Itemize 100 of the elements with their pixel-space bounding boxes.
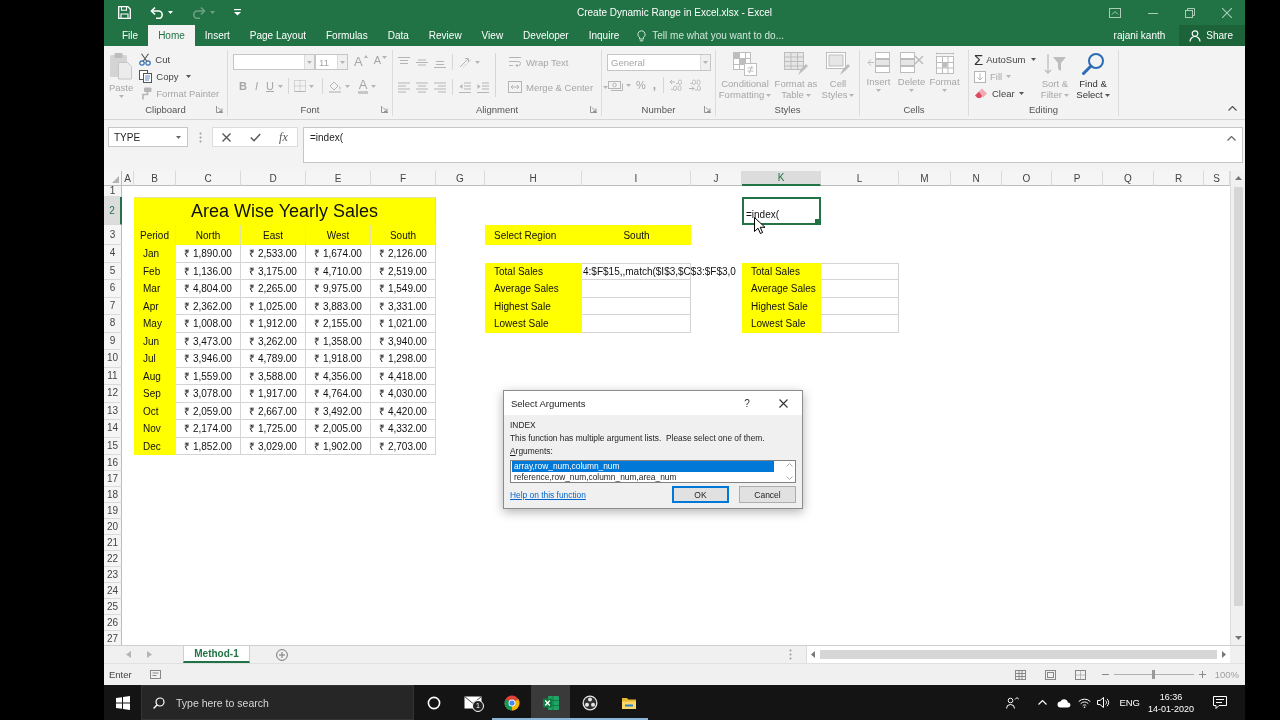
page-break-preview-icon[interactable]: [1074, 669, 1086, 680]
row-header[interactable]: 22: [104, 551, 122, 567]
help-link[interactable]: Help on this function: [510, 489, 662, 500]
row-header[interactable]: 14: [104, 420, 122, 438]
column-header[interactable]: J: [691, 171, 742, 186]
find-select-button[interactable]: Find & Select: [1073, 50, 1113, 102]
dialog-button[interactable]: OK: [672, 486, 729, 503]
add-sheet-icon[interactable]: [276, 648, 288, 661]
scroll-left-icon[interactable]: [811, 651, 815, 658]
ribbon-tab[interactable]: Page Layout: [239, 25, 316, 46]
row-header[interactable]: 21: [104, 535, 122, 551]
scroll-down-icon[interactable]: [1234, 636, 1242, 640]
row-header[interactable]: 8: [104, 315, 122, 333]
row-header[interactable]: 27: [104, 631, 122, 645]
row-header[interactable]: 26: [104, 615, 122, 631]
cut-button[interactable]: Cut: [139, 51, 220, 68]
horizontal-scrollbar[interactable]: [806, 646, 1230, 663]
sheet-tab[interactable]: Method-1: [183, 646, 250, 663]
share-button[interactable]: Share: [1179, 25, 1245, 46]
clear-button[interactable]: Clear: [974, 85, 1037, 102]
row-header[interactable]: 3: [104, 225, 122, 245]
ribbon-tab[interactable]: Home: [148, 25, 195, 46]
cancel-icon[interactable]: [222, 132, 232, 142]
dialog-launcher-icon[interactable]: [381, 106, 388, 113]
row-header[interactable]: 1: [104, 186, 122, 197]
column-header[interactable]: M: [899, 171, 951, 186]
notification-icon[interactable]: [1213, 696, 1227, 709]
argument-option[interactable]: array,row_num,column_num: [512, 461, 774, 472]
column-header[interactable]: O: [1002, 171, 1052, 186]
autosum-button[interactable]: Σ AutoSum: [974, 51, 1037, 68]
row-header[interactable]: 19: [104, 503, 122, 519]
copy-button[interactable]: Copy: [139, 68, 220, 85]
column-header[interactable]: H: [485, 171, 582, 186]
ribbon-tab[interactable]: Insert: [194, 25, 240, 46]
ribbon-display-options-icon[interactable]: [1109, 7, 1121, 18]
tell-me-field[interactable]: Tell me what you want to do...: [637, 25, 784, 46]
column-header[interactable]: R: [1154, 171, 1204, 186]
restore-icon[interactable]: [1185, 7, 1195, 18]
ribbon-tab[interactable]: File: [112, 25, 149, 46]
ribbon-tab[interactable]: Formulas: [316, 25, 378, 46]
people-icon[interactable]: [1006, 696, 1020, 709]
row-header[interactable]: 16: [104, 455, 122, 471]
undo-icon[interactable]: [150, 6, 164, 19]
chevron-up-icon[interactable]: [1038, 700, 1048, 705]
ribbon-tab[interactable]: View: [471, 25, 514, 46]
zoom-in-icon[interactable]: [1198, 671, 1206, 678]
column-header[interactable]: B: [134, 171, 176, 186]
clock-date[interactable]: 14-01-2020: [1147, 702, 1194, 715]
column-header[interactable]: C: [176, 171, 241, 186]
save-icon[interactable]: [118, 6, 131, 19]
scroll-up-icon[interactable]: [1234, 176, 1242, 180]
splitter-icon[interactable]: [789, 649, 792, 660]
dialog-launcher-icon[interactable]: [590, 106, 597, 113]
row-header[interactable]: 23: [104, 567, 122, 583]
fill-handle-icon[interactable]: [815, 219, 820, 224]
scrollbar-thumb[interactable]: [820, 650, 1217, 659]
collapse-formula-bar-icon[interactable]: [1227, 136, 1236, 141]
column-header[interactable]: F: [371, 171, 436, 186]
cloud-icon[interactable]: [1057, 697, 1072, 708]
row-header[interactable]: 10: [104, 350, 122, 368]
splitter-icon[interactable]: [199, 132, 202, 143]
scroll-up-icon[interactable]: [785, 463, 793, 467]
speaker-icon[interactable]: [1097, 697, 1111, 708]
customize-toolbar-icon[interactable]: [234, 9, 241, 16]
page-layout-view-icon[interactable]: [1044, 669, 1056, 680]
dialog-launcher-icon[interactable]: [704, 106, 711, 113]
column-header[interactable]: E: [306, 171, 371, 186]
scrollbar-thumb[interactable]: [1233, 187, 1243, 606]
scroll-down-icon[interactable]: [785, 476, 793, 480]
argument-option[interactable]: reference,row_num,column_num,area_num: [512, 471, 774, 482]
close-icon[interactable]: [1222, 7, 1232, 18]
column-header[interactable]: A: [122, 171, 134, 186]
column-header[interactable]: N: [951, 171, 1002, 186]
language-indicator[interactable]: ENG: [1119, 697, 1140, 708]
ribbon-tab[interactable]: Inquire: [578, 25, 630, 46]
row-header[interactable]: 12: [104, 385, 122, 403]
name-box[interactable]: TYPE: [108, 127, 188, 147]
row-header[interactable]: 2: [104, 197, 122, 225]
dialog-button[interactable]: Cancel: [739, 486, 796, 503]
select-all-button[interactable]: [104, 171, 122, 186]
collapse-ribbon-icon[interactable]: [1228, 106, 1237, 111]
help-button[interactable]: ?: [730, 391, 764, 415]
ribbon-tab[interactable]: Data: [377, 25, 419, 46]
ribbon-tab[interactable]: Developer: [513, 25, 579, 46]
row-header[interactable]: 4: [104, 245, 122, 263]
checkmark-icon[interactable]: [249, 132, 261, 142]
row-header[interactable]: 6: [104, 280, 122, 298]
previous-sheet-icon[interactable]: [126, 651, 131, 658]
insert-function-button[interactable]: fx: [279, 129, 288, 145]
column-header[interactable]: K: [742, 171, 821, 186]
column-header[interactable]: P: [1052, 171, 1103, 186]
row-header[interactable]: 20: [104, 519, 122, 535]
wifi-icon[interactable]: [1078, 697, 1092, 708]
column-header[interactable]: Q: [1103, 171, 1154, 186]
column-header[interactable]: D: [241, 171, 306, 186]
clock-time[interactable]: 16:36: [1159, 690, 1183, 703]
row-header[interactable]: 25: [104, 599, 122, 615]
row-header[interactable]: 17: [104, 471, 122, 487]
column-header[interactable]: I: [582, 171, 691, 186]
windows-logo-icon[interactable]: [115, 695, 130, 710]
